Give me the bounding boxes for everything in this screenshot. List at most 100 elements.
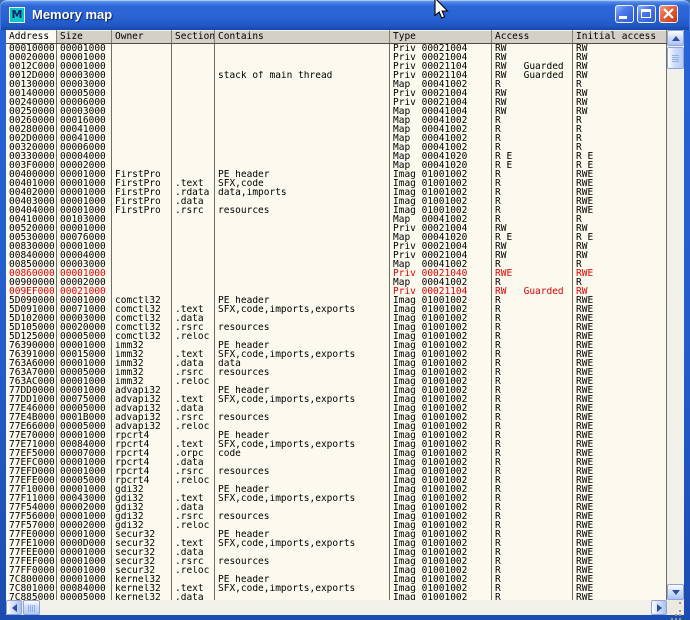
table-row[interactable]: 77F10000 00001000 gdi32 PE header Imag 0… [6, 485, 667, 494]
vertical-scroll-thumb[interactable] [667, 47, 684, 69]
table-row[interactable]: 00330000 00004000 Map 00041020 R E R E [6, 152, 667, 161]
column-header-type[interactable]: Type [390, 30, 492, 43]
table-row[interactable]: 77DD1000 00075000 advapi32 .text SFX,cod… [6, 395, 667, 404]
table-row[interactable]: 77EF5000 00007000 rpcrt4 .orpc code Imag… [6, 449, 667, 458]
cell-address: 00240000 [6, 98, 57, 107]
cell-initial-access: R [573, 278, 667, 287]
table-row[interactable]: 00010000 00001000 Priv 00021004 RW RW [6, 44, 667, 53]
column-header-owner[interactable]: Owner [112, 30, 172, 43]
table-row[interactable]: 00250000 00003000 Map 00041004 RW RW [6, 107, 667, 116]
table-row[interactable]: 77EFD000 00001000 rpcrt4 .rsrc resources… [6, 467, 667, 476]
table-row[interactable]: 77FF0000 00001000 secur32 .reloc Imag 01… [6, 566, 667, 575]
table-row[interactable]: 00403000 00001000 FirstPro .data Imag 01… [6, 197, 667, 206]
column-header-address[interactable]: Address [6, 30, 57, 43]
table-row[interactable]: 77EFC000 00001000 rpcrt4 .data Imag 0100… [6, 458, 667, 467]
table-row[interactable]: 77FE1000 0000D000 secur32 .text SFX,code… [6, 539, 667, 548]
table-row[interactable]: 763A6000 00001000 imm32 .data data Imag … [6, 359, 667, 368]
table-row[interactable]: 00830000 00001000 Priv 00021004 RW RW [6, 242, 667, 251]
cell-owner [112, 98, 172, 107]
table-row[interactable]: 00840000 00004000 Priv 00021004 RW RW [6, 251, 667, 260]
cell-contains [215, 503, 390, 512]
table-row[interactable]: 00400000 00001000 FirstPro PE header Ima… [6, 170, 667, 179]
cell-owner: kernel32 [112, 593, 172, 600]
table-row[interactable]: 00402000 00001000 FirstPro .rdata data,i… [6, 188, 667, 197]
table-row[interactable]: 00320000 00006000 Map 00041002 R R [6, 143, 667, 152]
table-row[interactable]: 5D102000 00003000 comctl32 .data Imag 01… [6, 314, 667, 323]
table-row[interactable]: 5D090000 00001000 comctl32 PE header Ima… [6, 296, 667, 305]
table-row[interactable]: 77E4B000 0001B000 advapi32 .rsrc resourc… [6, 413, 667, 422]
table-row[interactable]: 0012C000 00001000 Priv 00021104 RW Guard… [6, 62, 667, 71]
table-row[interactable]: 00530000 00076000 Map 00041020 R E R E [6, 233, 667, 242]
table-row[interactable]: 7C800000 00001000 kernel32 PE header Ima… [6, 575, 667, 584]
table-row[interactable]: 0012D000 00003000 stack of main thread P… [6, 71, 667, 80]
table-row[interactable]: 5D091000 00071000 comctl32 .text SFX,cod… [6, 305, 667, 314]
cell-access: R [492, 503, 573, 512]
table-row[interactable]: 77F57000 00002000 gdi32 .reloc Imag 0100… [6, 521, 667, 530]
vertical-scrollbar[interactable] [667, 30, 684, 600]
table-row[interactable]: 77E46000 00005000 advapi32 .data Imag 01… [6, 404, 667, 413]
table-row[interactable]: 77FEE000 00001000 secur32 .data Imag 010… [6, 548, 667, 557]
table-row[interactable]: 00900000 00002000 Map 00041002 R R [6, 278, 667, 287]
table-row[interactable]: 009EF000 00021000 Priv 00021104 RW Guard… [6, 287, 667, 296]
column-header-size[interactable]: Size [57, 30, 112, 43]
cell-contains [215, 242, 390, 251]
table-row[interactable]: 77EFE000 00005000 rpcrt4 .reloc Imag 010… [6, 476, 667, 485]
table-row[interactable]: 00020000 00001000 Priv 00021004 RW RW [6, 53, 667, 62]
scroll-up-button[interactable] [667, 30, 684, 46]
table-row[interactable]: 76391000 00015000 imm32 .text SFX,code,i… [6, 350, 667, 359]
table-row[interactable]: 7C885000 00005000 kernel32 .data Imag 01… [6, 593, 667, 600]
cell-initial-access: RWE [573, 332, 667, 341]
table-row[interactable]: 00260000 00016000 Map 00041002 R R [6, 116, 667, 125]
cell-owner [112, 287, 172, 296]
maximize-button[interactable] [637, 5, 656, 23]
table-row[interactable]: 00130000 00003000 Map 00041002 R R [6, 80, 667, 89]
table-row[interactable]: 77FE0000 00001000 secur32 PE header Imag… [6, 530, 667, 539]
table-row[interactable]: 763AC000 00001000 imm32 .reloc Imag 0100… [6, 377, 667, 386]
column-header-initial-access[interactable]: Initial access [573, 30, 667, 43]
table-row[interactable]: 77FEF000 00001000 secur32 .rsrc resource… [6, 557, 667, 566]
table-row[interactable]: 5D125000 00005000 comctl32 .reloc Imag 0… [6, 332, 667, 341]
column-header-section[interactable]: Section [172, 30, 215, 43]
cell-type: Imag 01001002 [390, 170, 492, 179]
close-button[interactable] [659, 5, 678, 23]
table-row[interactable]: 5D105000 00020000 comctl32 .rsrc resourc… [6, 323, 667, 332]
cell-access: R E [492, 152, 573, 161]
table-row[interactable]: 00401000 00001000 FirstPro .text SFX,cod… [6, 179, 667, 188]
scroll-right-button[interactable] [651, 600, 667, 615]
table-row[interactable]: 763A7000 00005000 imm32 .rsrc resources … [6, 368, 667, 377]
column-header-contains[interactable]: Contains [215, 30, 390, 43]
table-row[interactable]: 00280000 00041000 Map 00041002 R R [6, 125, 667, 134]
table-row[interactable]: 77E70000 00001000 rpcrt4 PE header Imag … [6, 431, 667, 440]
table-row[interactable]: 00404000 00001000 FirstPro .rsrc resourc… [6, 206, 667, 215]
table-row[interactable]: 76390000 00001000 imm32 PE header Imag 0… [6, 341, 667, 350]
scroll-down-button[interactable] [667, 584, 684, 600]
scroll-left-button[interactable] [6, 600, 22, 615]
horizontal-scroll-thumb[interactable] [23, 600, 40, 615]
table-row[interactable]: 00850000 00003000 Map 00041002 R R [6, 260, 667, 269]
cell-section [172, 269, 215, 278]
resize-grip[interactable] [667, 600, 684, 615]
cell-type: Map 00041002 [390, 134, 492, 143]
cell-address: 7C801000 [6, 584, 57, 593]
table-row[interactable]: 003F0000 00002000 Map 00041020 R E R E [6, 161, 667, 170]
table-row[interactable]: 002D0000 00041000 Map 00041002 R R [6, 134, 667, 143]
table-row[interactable]: 77F11000 00043000 gdi32 .text SFX,code,i… [6, 494, 667, 503]
table-row[interactable]: 00140000 00005000 Priv 00021004 RW RW [6, 89, 667, 98]
table-row[interactable]: 77F56000 00001000 gdi32 .rsrc resources … [6, 512, 667, 521]
table-row[interactable]: 00520000 00001000 Priv 00021004 RW RW [6, 224, 667, 233]
minimize-button[interactable] [615, 5, 634, 23]
table-row[interactable]: 00240000 00006000 Priv 00021004 RW RW [6, 98, 667, 107]
cell-access: R [492, 566, 573, 575]
table-row[interactable]: 77F54000 00002000 gdi32 .data Imag 01001… [6, 503, 667, 512]
cell-size: 00004000 [57, 251, 112, 260]
table-row[interactable]: 00860000 00001000 Priv 00021040 RWE RWE [6, 269, 667, 278]
table-row[interactable]: 00410000 00103000 Map 00041002 R R [6, 215, 667, 224]
table-row[interactable]: 77E71000 00084000 rpcrt4 .text SFX,code,… [6, 440, 667, 449]
table-row[interactable]: 77E66000 00005000 advapi32 .reloc Imag 0… [6, 422, 667, 431]
column-header-access[interactable]: Access [492, 30, 573, 43]
table-row[interactable]: 77DD0000 00001000 advapi32 PE header Ima… [6, 386, 667, 395]
title-bar[interactable]: M Memory map [0, 0, 690, 30]
cell-address: 77F11000 [6, 494, 57, 503]
horizontal-scrollbar[interactable] [6, 600, 667, 615]
table-row[interactable]: 7C801000 00084000 kernel32 .text SFX,cod… [6, 584, 667, 593]
